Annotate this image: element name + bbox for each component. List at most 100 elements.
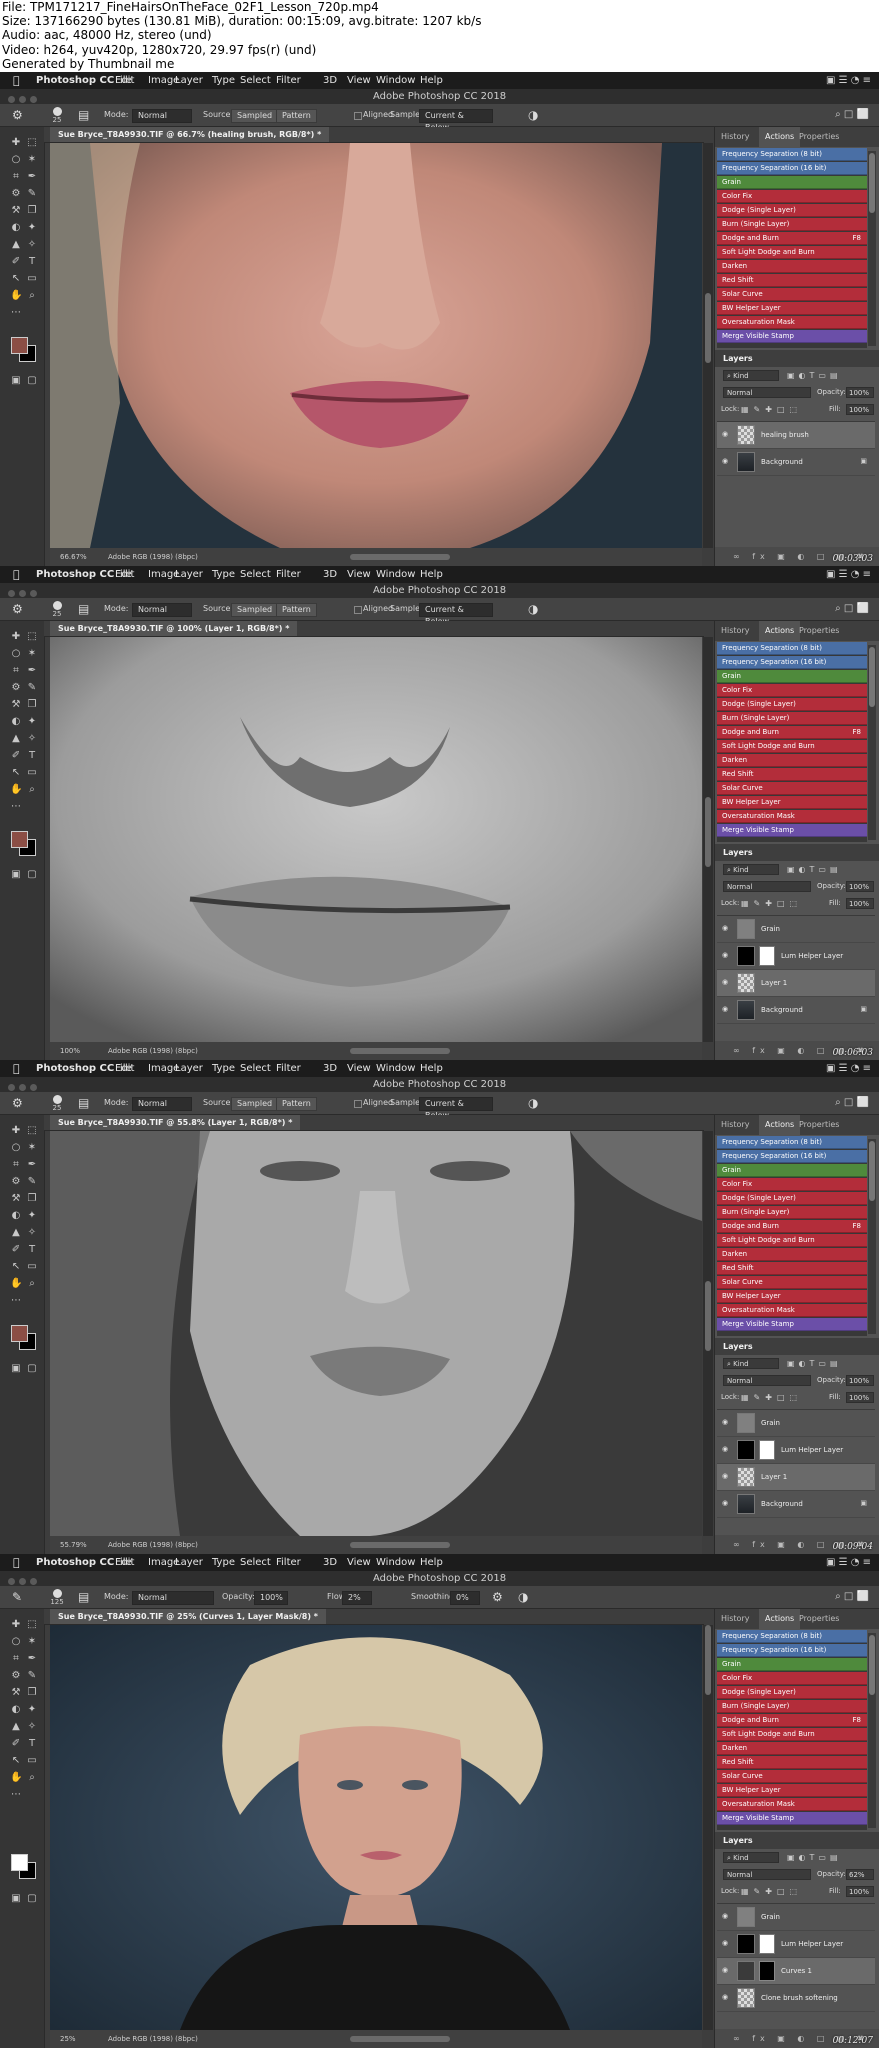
menu-item-type[interactable]: Type (212, 1060, 235, 1077)
workspace-icons[interactable]: ⌕ □ ⬜ (835, 1092, 869, 1114)
zoom-tool-icon[interactable]: ⌕ (26, 290, 38, 302)
source-pattern-button[interactable]: Pattern (276, 109, 317, 123)
zoom-level[interactable]: 66.67% (60, 548, 87, 566)
blend-mode-select[interactable]: Normal (723, 881, 811, 892)
action-item[interactable]: Soft Light Dodge and Burn (717, 1234, 867, 1247)
document-tab[interactable]: Sue Bryce_T8A9930.TIF @ 66.7% (healing b… (50, 127, 330, 142)
move-tool-icon[interactable]: ✚ (10, 1125, 22, 1137)
stamp-tool-icon[interactable]: ⚒ (10, 1193, 22, 1205)
action-item[interactable]: Red Shift (717, 1262, 867, 1275)
app-menu[interactable]: Photoshop CC (36, 72, 114, 89)
ignore-adjustments-icon[interactable]: ◑ (528, 108, 542, 122)
source-sampled-button[interactable]: Sampled (231, 603, 279, 617)
menu-item-help[interactable]: Help (420, 72, 443, 89)
tab-actions[interactable]: Actions (759, 1115, 801, 1135)
type-tool-icon[interactable]: T (26, 256, 38, 268)
action-item[interactable]: Burn (Single Layer) (717, 218, 867, 231)
layer-fill-field[interactable]: 100% (846, 404, 874, 415)
layer-mask-thumbnail[interactable] (759, 1961, 775, 1981)
color-swatches[interactable] (0, 1325, 44, 1355)
canvas-vertical-scrollbar[interactable] (703, 143, 713, 548)
menu-item-select[interactable]: Select (240, 566, 271, 583)
tab-properties[interactable]: Properties (799, 131, 839, 143)
blend-mode-select[interactable]: Normal (723, 1375, 811, 1386)
menu-item-view[interactable]: View (347, 1060, 371, 1077)
zoom-tool-icon[interactable]: ⌕ (26, 1278, 38, 1290)
move-tool-icon[interactable]: ✚ (10, 137, 22, 149)
aligned-checkbox[interactable] (354, 112, 362, 120)
menu-item-filter[interactable]: Filter (276, 1554, 301, 1571)
layer-row[interactable]: ◉ Lum Helper Layer (717, 943, 875, 970)
crop-tool-icon[interactable]: ⌗ (10, 171, 22, 183)
action-item[interactable]: Red Shift (717, 768, 867, 781)
brush-settings-icon[interactable]: ▤ (78, 108, 92, 122)
history-brush-icon[interactable]: ❐ (26, 205, 38, 217)
layer-filter-icons[interactable]: ▣◐T▭▤ (787, 370, 842, 382)
apple-menu-icon[interactable]:  (13, 566, 20, 583)
tab-actions[interactable]: Actions (759, 127, 801, 147)
hand-tool-icon[interactable]: ✋ (10, 290, 22, 302)
canvas[interactable] (50, 637, 702, 1042)
blur-tool-icon[interactable]: ▲ (10, 1721, 22, 1733)
apple-menu-icon[interactable]:  (13, 1554, 20, 1571)
action-item[interactable]: Solar Curve (717, 1276, 867, 1289)
actions-scrollbar[interactable] (868, 1139, 876, 1334)
layer-kind-filter[interactable]: ⌕ Kind (723, 864, 779, 875)
canvas-horizontal-scrollbar[interactable] (350, 554, 450, 560)
canvas-horizontal-scrollbar[interactable] (350, 1048, 450, 1054)
layer-kind-filter[interactable]: ⌕ Kind (723, 1852, 779, 1863)
layer-row[interactable]: ◉ Clone brush softening (717, 1985, 875, 2012)
action-item[interactable]: Oversaturation Mask (717, 810, 867, 823)
menu-item-edit[interactable]: Edit (115, 566, 134, 583)
stamp-tool-icon[interactable]: ⚒ (10, 205, 22, 217)
layer-opacity-field[interactable]: 100% (846, 1375, 874, 1386)
mode-select[interactable]: Normal (132, 603, 192, 617)
zoom-level[interactable]: 55.79% (60, 1536, 87, 1554)
menu-item-view[interactable]: View (347, 566, 371, 583)
action-item[interactable]: Dodge (Single Layer) (717, 1686, 867, 1699)
action-item[interactable]: Frequency Separation (8 bit) (717, 642, 867, 655)
menu-item-view[interactable]: View (347, 1554, 371, 1571)
tab-history[interactable]: History (721, 131, 749, 143)
brush-size-picker[interactable]: 125 (48, 1588, 66, 1606)
layer-row[interactable]: ◉ Grain (717, 1904, 875, 1931)
layer-fill-field[interactable]: 100% (846, 1392, 874, 1403)
healing-brush-icon[interactable]: ⚙ (12, 602, 26, 616)
action-item[interactable]: Frequency Separation (8 bit) (717, 1136, 867, 1149)
marquee-tool-icon[interactable]: ⬚ (26, 631, 38, 643)
blur-tool-icon[interactable]: ▲ (10, 1227, 22, 1239)
menu-item-3d[interactable]: 3D (323, 1554, 337, 1571)
layer-fill-field[interactable]: 100% (846, 1886, 874, 1897)
foreground-color-swatch[interactable] (11, 1325, 28, 1342)
source-sampled-button[interactable]: Sampled (231, 1097, 279, 1111)
workspace-icons[interactable]: ⌕ □ ⬜ (835, 1586, 869, 1608)
brush-size-picker[interactable]: 25 (48, 600, 66, 618)
apple-menu-icon[interactable]:  (13, 1060, 20, 1077)
action-item[interactable]: Soft Light Dodge and Burn (717, 740, 867, 753)
opacity-field[interactable]: 100% (254, 1591, 288, 1605)
eyedropper-icon[interactable]: ✒ (26, 1159, 38, 1171)
shape-tool-icon[interactable]: ▭ (26, 1261, 38, 1273)
menu-item-layer[interactable]: Layer (175, 1554, 203, 1571)
screen-mode-icon[interactable]: ▢ (26, 1363, 38, 1375)
lasso-tool-icon[interactable]: ○ (10, 154, 22, 166)
smoothing-settings-icon[interactable]: ⚙ (492, 1590, 506, 1604)
smoothing-field[interactable]: 0% (450, 1591, 480, 1605)
crop-tool-icon[interactable]: ⌗ (10, 665, 22, 677)
brush-settings-icon[interactable]: ▤ (78, 1590, 92, 1604)
layer-row[interactable]: ◉ Layer 1 (717, 970, 875, 997)
workspace-icons[interactable]: ⌕ □ ⬜ (835, 598, 869, 620)
action-item[interactable]: Merge Visible Stamp (717, 1812, 867, 1825)
action-item[interactable]: BW Helper Layer (717, 1290, 867, 1303)
action-item[interactable]: Red Shift (717, 1756, 867, 1769)
brush-settings-icon[interactable]: ▤ (78, 602, 92, 616)
menu-item-layer[interactable]: Layer (175, 566, 203, 583)
action-item[interactable]: BW Helper Layer (717, 1784, 867, 1797)
action-item[interactable]: Darken (717, 1248, 867, 1261)
visibility-eye-icon[interactable]: ◉ (722, 1005, 731, 1014)
visibility-eye-icon[interactable]: ◉ (722, 1445, 731, 1454)
layer-opacity-field[interactable]: 62% (846, 1869, 874, 1880)
layers-title[interactable]: Layers (723, 350, 753, 367)
pressure-size-icon[interactable]: ◑ (518, 1590, 532, 1604)
lock-icons[interactable]: ▦✎✚□⬚ (741, 404, 802, 415)
